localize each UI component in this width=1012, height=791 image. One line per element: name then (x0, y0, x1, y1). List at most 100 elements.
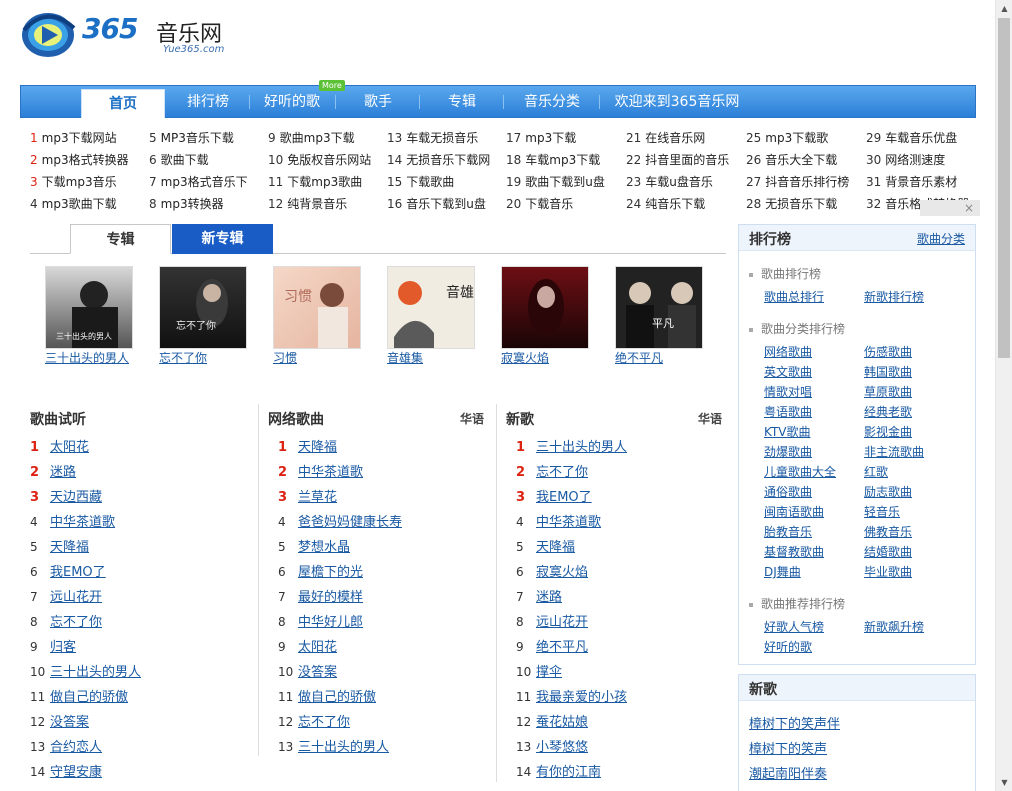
song-link[interactable]: 中华茶道歌 (298, 465, 363, 480)
scroll-thumb[interactable] (998, 18, 1010, 358)
album-card[interactable]: 寂寞火焰 (501, 266, 591, 366)
song-link[interactable]: 迷路 (536, 590, 562, 605)
song-link[interactable]: 有你的江南 (536, 765, 601, 780)
song-link[interactable]: 远山花开 (50, 590, 102, 605)
keyword-link[interactable]: 31 背景音乐素材 (866, 173, 957, 190)
keyword-text[interactable]: mp3歌曲下载 (42, 197, 117, 211)
nav-home[interactable]: 首页 (81, 89, 165, 118)
album-card[interactable]: 忘不了你 忘不了你 (159, 266, 249, 366)
song-link[interactable]: 没答案 (298, 665, 337, 680)
keyword-text[interactable]: 抖音里面的音乐 (645, 153, 729, 167)
song-link[interactable]: 天边西藏 (50, 490, 102, 505)
song-link[interactable]: 天降福 (298, 440, 337, 455)
album-title[interactable]: 绝不平凡 (615, 351, 663, 365)
keyword-text[interactable]: 车载mp3下载 (525, 153, 600, 167)
album-cover[interactable]: 三十出头的男人 (45, 266, 133, 349)
keyword-link[interactable]: 13 车载无损音乐 (387, 129, 478, 146)
keyword-text[interactable]: 车载无损音乐 (406, 131, 478, 145)
album-card[interactable]: 三十出头的男人 三十出头的男人 (45, 266, 135, 366)
song-link[interactable]: 我EMO了 (536, 490, 592, 505)
keyword-text[interactable]: 纯音乐下载 (645, 197, 705, 211)
keyword-text[interactable]: mp3下载歌 (765, 131, 828, 145)
ranking-link[interactable]: 草原歌曲 (864, 383, 912, 400)
site-logo[interactable]: 365 音乐网 Yue365.com (20, 8, 250, 64)
keyword-text[interactable]: 下载mp3音乐 (42, 175, 117, 189)
keyword-text[interactable]: 车载音乐优盘 (885, 131, 957, 145)
song-link[interactable]: 屋檐下的光 (298, 565, 363, 580)
keyword-link[interactable]: 7 mp3格式音乐下 (149, 173, 248, 190)
keyword-text[interactable]: 音乐下载到u盘 (406, 197, 486, 211)
keyword-text[interactable]: 网络测速度 (885, 153, 945, 167)
keyword-text[interactable]: 抖音音乐排行榜 (765, 175, 849, 189)
album-cover[interactable]: 忘不了你 (159, 266, 247, 349)
keyword-text[interactable]: 音乐大全下载 (765, 153, 837, 167)
keyword-text[interactable]: 下载歌曲 (406, 175, 454, 189)
song-link[interactable]: 守望安康 (50, 765, 102, 780)
ranking-link[interactable]: 毕业歌曲 (864, 563, 912, 580)
album-title[interactable]: 习惯 (273, 351, 297, 365)
vertical-scrollbar[interactable]: ▲ ▼ (995, 0, 1012, 791)
keyword-link[interactable]: 26 音乐大全下载 (746, 151, 837, 168)
keyword-link[interactable]: 25 mp3下载歌 (746, 129, 828, 146)
ranking-link[interactable]: 佛教音乐 (864, 523, 912, 540)
song-link[interactable]: 寂寞火焰 (536, 565, 588, 580)
ranking-link[interactable]: 基督教歌曲 (764, 543, 824, 560)
ranking-link[interactable]: 英文歌曲 (764, 363, 812, 380)
album-title[interactable]: 忘不了你 (159, 351, 207, 365)
ranking-link[interactable]: 歌曲总排行 (764, 288, 824, 305)
keyword-link[interactable]: 24 纯音乐下载 (626, 195, 705, 212)
song-link[interactable]: 三十出头的男人 (298, 740, 389, 755)
ranking-link[interactable]: 影视金曲 (864, 423, 912, 440)
song-link[interactable]: 做自己的骄傲 (50, 690, 128, 705)
keyword-link[interactable]: 6 歌曲下载 (149, 151, 209, 168)
keyword-text[interactable]: 无损音乐下载网 (406, 153, 490, 167)
ranking-link[interactable]: 网络歌曲 (764, 343, 812, 360)
keyword-link[interactable]: 14 无损音乐下载网 (387, 151, 490, 168)
song-link[interactable]: 我EMO了 (50, 565, 106, 580)
song-link[interactable]: 绝不平凡 (536, 640, 588, 655)
ranking-link[interactable]: 粤语歌曲 (764, 403, 812, 420)
ranking-link[interactable]: 结婚歌曲 (864, 543, 912, 560)
keyword-link[interactable]: 29 车载音乐优盘 (866, 129, 957, 146)
song-link[interactable]: 蚕花姑娘 (536, 715, 588, 730)
song-link[interactable]: 梦想水晶 (298, 540, 350, 555)
ranking-link[interactable]: 经典老歌 (864, 403, 912, 420)
nav-good-songs[interactable]: 好听的歌 (257, 86, 327, 118)
keyword-link[interactable]: 5 MP3音乐下载 (149, 129, 234, 146)
ranking-link[interactable]: 韩国歌曲 (864, 363, 912, 380)
keyword-link[interactable]: 28 无损音乐下载 (746, 195, 837, 212)
keyword-text[interactable]: 歌曲下载到u盘 (525, 175, 605, 189)
song-link[interactable]: 忘不了你 (536, 465, 588, 480)
album-card[interactable]: 音雄集 音雄集 (387, 266, 477, 366)
tab-albums[interactable]: 专辑 (70, 224, 171, 254)
song-link[interactable]: 中华茶道歌 (536, 515, 601, 530)
keyword-link[interactable]: 8 mp3转换器 (149, 195, 224, 212)
keyword-text[interactable]: 下载mp3歌曲 (287, 175, 362, 189)
keyword-text[interactable]: 背景音乐素材 (885, 175, 957, 189)
song-link[interactable]: 合约恋人 (50, 740, 102, 755)
ranking-link[interactable]: 通俗歌曲 (764, 483, 812, 500)
nav-charts[interactable]: 排行榜 (173, 86, 243, 118)
ranking-link[interactable]: 伤感歌曲 (864, 343, 912, 360)
scroll-down-icon[interactable]: ▼ (996, 774, 1012, 791)
keyword-text[interactable]: 车载u盘音乐 (645, 175, 713, 189)
song-link[interactable]: 最好的模样 (298, 590, 363, 605)
new-song-link[interactable]: 樟树下的笑声 (749, 738, 827, 757)
keyword-text[interactable]: 在线音乐网 (645, 131, 705, 145)
song-link[interactable]: 太阳花 (50, 440, 89, 455)
keyword-text[interactable]: mp3格式音乐下 (161, 175, 248, 189)
ranking-link[interactable]: 好歌人气榜 (764, 618, 824, 635)
keyword-text[interactable]: mp3下载网站 (42, 131, 117, 145)
keyword-link[interactable]: 18 车载mp3下载 (506, 151, 600, 168)
album-cover[interactable] (501, 266, 589, 349)
keyword-link[interactable]: 30 网络测速度 (866, 151, 945, 168)
album-card[interactable]: 习惯 习惯 (273, 266, 363, 366)
song-link[interactable]: 我最亲爱的小孩 (536, 690, 627, 705)
song-link[interactable]: 远山花开 (536, 615, 588, 630)
keyword-text[interactable]: mp3转换器 (161, 197, 224, 211)
keyword-link[interactable]: 27 抖音音乐排行榜 (746, 173, 849, 190)
keyword-text[interactable]: 免版权音乐网站 (287, 153, 371, 167)
keyword-link[interactable]: 10 免版权音乐网站 (268, 151, 371, 168)
album-cover[interactable]: 平凡 (615, 266, 703, 349)
ranking-link[interactable]: 闽南语歌曲 (764, 503, 824, 520)
